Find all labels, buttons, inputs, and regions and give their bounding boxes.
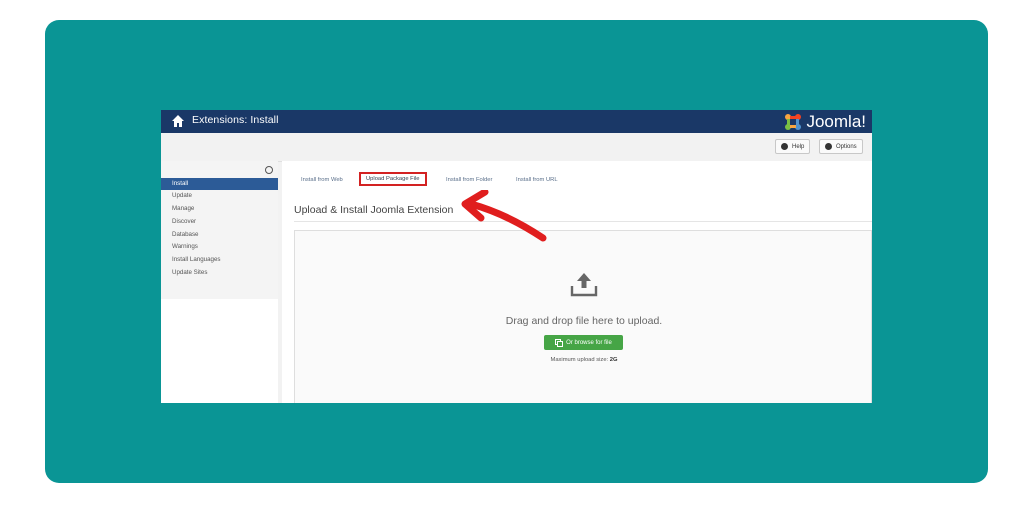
browse-label: Or browse for file <box>566 339 612 346</box>
sidebar-item-install[interactable]: Install <box>161 178 278 190</box>
home-icon[interactable] <box>171 114 185 128</box>
arrow-annotation-icon <box>461 190 547 242</box>
options-button[interactable]: Options <box>819 139 863 154</box>
tab-install-from-web[interactable]: Install from Web <box>301 177 343 183</box>
help-label: Help <box>792 143 805 150</box>
options-label: Options <box>836 143 857 150</box>
sidebar-item-update-sites[interactable]: Update Sites <box>161 267 278 279</box>
copy-icon <box>555 338 564 347</box>
drop-instructions: Drag and drop file here to upload. <box>505 315 663 327</box>
joomla-logo-text: Joomla! <box>806 111 866 131</box>
sidebar-item-warnings[interactable]: Warnings <box>161 241 278 253</box>
tab-install-from-folder[interactable]: Install from Folder <box>446 177 492 183</box>
max-upload-value: 2G <box>609 357 618 363</box>
collapse-sidebar-icon[interactable] <box>265 166 273 174</box>
section-heading: Upload & Install Joomla Extension <box>294 204 454 216</box>
drop-zone[interactable]: Drag and drop file here to upload. Or br… <box>294 230 872 403</box>
sidebar-item-database[interactable]: Database <box>161 229 278 241</box>
page-title: Extensions: Install <box>192 114 279 126</box>
browse-file-button[interactable]: Or browse for file <box>544 335 623 350</box>
max-upload-size: Maximum upload size: 2G <box>295 357 872 363</box>
help-button[interactable]: Help <box>775 139 811 154</box>
sidebar-empty-area <box>161 299 278 403</box>
divider <box>294 221 872 222</box>
main-content: Install from Web Upload Package File Ins… <box>282 161 872 403</box>
sidebar: Install Update Manage Discover Database … <box>161 161 278 299</box>
max-upload-label: Maximum upload size: <box>550 357 609 363</box>
top-header-bar: Extensions: Install Joomla! <box>161 110 872 133</box>
sidebar-item-manage[interactable]: Manage <box>161 203 278 215</box>
joomla-screenshot: Extensions: Install Joomla! Help Options <box>161 110 872 403</box>
joomla-logo: Joomla! <box>783 111 866 132</box>
sidebar-item-discover[interactable]: Discover <box>161 216 278 228</box>
tab-upload-package-file[interactable]: Upload Package File <box>359 172 427 186</box>
toolbar: Help Options <box>161 133 872 162</box>
help-icon <box>781 143 788 150</box>
sidebar-item-install-languages[interactable]: Install Languages <box>161 254 278 266</box>
sidebar-item-update[interactable]: Update <box>161 190 278 202</box>
gear-icon <box>825 143 832 150</box>
upload-icon <box>570 273 598 297</box>
tab-install-from-url[interactable]: Install from URL <box>516 177 558 183</box>
joomla-logo-icon <box>785 113 802 130</box>
